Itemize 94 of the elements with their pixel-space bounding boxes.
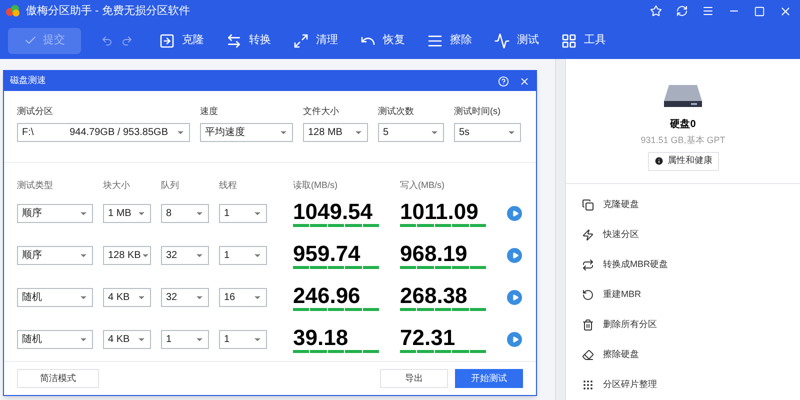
column-header: 读取(MB/s) <box>293 178 338 192</box>
toolbar-button[interactable]: 清理 <box>293 32 338 49</box>
write-speed: 968.19 <box>400 242 468 266</box>
toolbar-button[interactable]: 擦除 <box>427 32 472 49</box>
action-item[interactable]: 克隆硬盘 <box>582 190 800 220</box>
two-arrows-icon <box>226 32 242 48</box>
play-icon <box>512 252 518 258</box>
dots-icon <box>582 378 594 390</box>
toolbar-button[interactable]: 恢复 <box>360 32 405 49</box>
dropdown[interactable]: 随机 <box>17 288 93 306</box>
dialog-title: 磁盘测速 <box>10 74 47 88</box>
dropdown[interactable]: 1 <box>219 204 267 222</box>
copy-icon <box>582 198 594 210</box>
grid-icon <box>561 32 577 48</box>
help-icon[interactable] <box>498 76 509 86</box>
action-item[interactable]: 重建MBR <box>582 280 800 310</box>
column-header: 块大小 <box>103 178 131 192</box>
column-header: 写入(MB/s) <box>400 178 446 192</box>
action-item[interactable]: 擦除硬盘 <box>582 340 800 370</box>
dropdown[interactable]: 顺序 <box>17 246 93 264</box>
read-speed: 246.96 <box>293 284 362 308</box>
setting-label: 文件大小 <box>303 105 340 118</box>
hard-drive-icon <box>663 83 703 109</box>
dialog-button[interactable]: 导出 <box>380 369 448 388</box>
properties-button[interactable]: 属性和健康 <box>648 152 718 170</box>
dropdown[interactable]: 4 KB <box>103 330 151 348</box>
action-item[interactable]: 转换成MBR硬盘 <box>582 250 800 280</box>
lines-icon <box>427 32 443 48</box>
play-button[interactable] <box>507 332 522 346</box>
logo-icon <box>6 5 20 17</box>
dialog-button[interactable]: 简洁模式 <box>17 369 99 388</box>
write-speed: 1011.09 <box>400 200 480 224</box>
write-speed: 72.31 <box>400 326 456 350</box>
dropdown[interactable]: 1 <box>161 330 209 348</box>
close-icon[interactable] <box>519 76 530 86</box>
dropdown[interactable]: 128 KB <box>103 246 151 264</box>
window-title: 傲梅分区助手 - 免费无损分区软件 <box>26 4 190 19</box>
diagonal-arrows-icon <box>293 32 309 48</box>
dropdown[interactable]: 平均速度 <box>200 122 293 142</box>
dropdown[interactable]: 1 <box>219 246 267 264</box>
dropdown[interactable]: 128 MB <box>303 122 368 142</box>
repeat-icon <box>582 258 594 270</box>
dropdown[interactable]: 16 <box>219 288 267 306</box>
dropdown[interactable]: 8 <box>161 204 209 222</box>
dropdown[interactable]: 1 <box>219 330 267 348</box>
toolbar-button[interactable]: 工具 <box>561 32 606 49</box>
play-icon <box>512 294 518 300</box>
lightning-icon <box>582 228 594 240</box>
toolbar-button[interactable]: 转换 <box>226 32 271 49</box>
dropdown[interactable]: 32 <box>161 246 209 264</box>
setting-label: 测试分区 <box>17 105 54 118</box>
setting-label: 速度 <box>200 105 219 118</box>
read-speed: 959.74 <box>293 242 362 266</box>
dropdown[interactable]: 5s <box>454 122 521 142</box>
maximize-icon[interactable] <box>754 6 765 16</box>
rotate-icon <box>582 288 594 300</box>
scrollbar[interactable] <box>555 59 565 400</box>
dropdown[interactable]: F:\ 944.79GB / 953.85GB <box>17 122 190 142</box>
refresh-icon[interactable] <box>676 5 688 17</box>
action-item[interactable]: 分区碎片整理 <box>582 370 800 400</box>
column-header: 线程 <box>219 178 238 192</box>
disk-name: 硬盘0 <box>670 118 696 132</box>
setting-label: 测试时间(s) <box>454 105 502 118</box>
column-header: 队列 <box>161 178 180 192</box>
pulse-icon <box>494 32 510 48</box>
write-speed: 268.38 <box>400 284 468 308</box>
close-icon[interactable] <box>779 4 792 18</box>
play-icon <box>512 336 518 342</box>
read-speed: 1049.54 <box>293 200 374 224</box>
toolbar-button[interactable]: 克隆 <box>159 32 204 49</box>
read-speed: 39.18 <box>293 326 350 350</box>
trash-icon <box>582 318 594 330</box>
eraser-icon <box>582 348 594 360</box>
action-item[interactable]: 删除所有分区 <box>582 310 800 340</box>
dropdown[interactable]: 1 MB <box>103 204 151 222</box>
action-item[interactable]: 快速分区 <box>582 220 800 250</box>
play-button[interactable] <box>507 206 522 220</box>
toolbar-button[interactable]: 测试 <box>494 32 539 49</box>
play-button[interactable] <box>507 248 522 262</box>
start-button[interactable]: 开始测试 <box>455 369 523 388</box>
play-button[interactable] <box>507 290 522 304</box>
setting-label: 测试次数 <box>378 105 415 118</box>
arrow-box-icon <box>159 32 175 48</box>
dropdown[interactable]: 4 KB <box>103 288 151 306</box>
column-header: 测试类型 <box>17 178 54 192</box>
dropdown[interactable]: 5 <box>378 122 444 142</box>
info-icon <box>654 156 664 166</box>
star-icon[interactable] <box>650 5 662 17</box>
dropdown[interactable]: 32 <box>161 288 209 306</box>
dropdown[interactable]: 随机 <box>17 330 93 348</box>
dropdown[interactable]: 顺序 <box>17 204 93 222</box>
menu-icon[interactable] <box>702 5 714 17</box>
disk-info: 931.51 GB,基本 GPT <box>640 134 726 147</box>
play-icon <box>512 210 518 216</box>
